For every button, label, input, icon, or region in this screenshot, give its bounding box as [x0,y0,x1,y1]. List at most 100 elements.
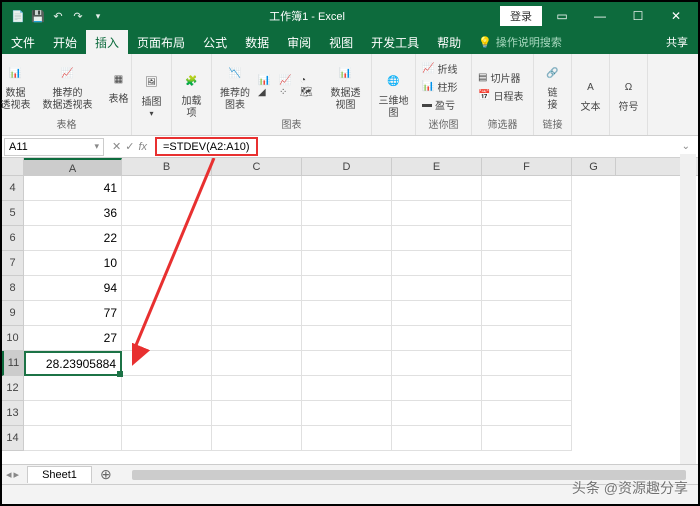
cell-a8[interactable]: 94 [24,276,122,301]
next-sheet-icon[interactable]: ▸ [14,468,20,481]
row-header-7[interactable]: 7 [2,251,24,276]
col-header-b[interactable]: B [122,158,212,175]
cell[interactable] [122,176,212,201]
cell[interactable] [482,276,572,301]
cell-a7[interactable]: 10 [24,251,122,276]
cell-a4[interactable]: 41 [24,176,122,201]
cell[interactable] [302,326,392,351]
cell[interactable] [122,326,212,351]
cell[interactable] [212,226,302,251]
col-header-e[interactable]: E [392,158,482,175]
col-header-d[interactable]: D [302,158,392,175]
cell[interactable] [392,401,482,426]
tab-help[interactable]: 帮助 [428,30,470,55]
cell[interactable] [122,301,212,326]
recommended-pivot-button[interactable]: 📈 推荐的 数据透视表 [39,58,97,114]
cell[interactable] [392,176,482,201]
cell-a9[interactable]: 77 [24,301,122,326]
undo-icon[interactable]: ↶ [50,8,66,24]
cell[interactable] [212,401,302,426]
cell[interactable] [212,176,302,201]
slicer-button[interactable]: ▤切片器 [476,69,522,86]
expand-formula-icon[interactable]: ⌄ [674,141,698,152]
tab-data[interactable]: 数据 [236,30,278,55]
3dmap-button[interactable]: 🌐 三维地 图 [375,66,413,122]
cell[interactable] [482,376,572,401]
cell[interactable] [392,201,482,226]
addins-button[interactable]: 🧩 加载 项 [174,66,210,122]
cell[interactable] [302,201,392,226]
cell[interactable] [482,326,572,351]
cell[interactable] [122,376,212,401]
cell-a6[interactable]: 22 [24,226,122,251]
row-header-10[interactable]: 10 [2,326,24,351]
cell[interactable] [482,176,572,201]
prev-sheet-icon[interactable]: ◂ [6,468,12,481]
col-header-f[interactable]: F [482,158,572,175]
cell[interactable] [392,226,482,251]
area-chart-icon[interactable]: ◢ [258,87,278,98]
recommended-charts-button[interactable]: 📉 推荐的 图表 [216,58,254,114]
cell[interactable] [302,401,392,426]
cell[interactable] [212,301,302,326]
worksheet-grid[interactable]: A B C D E F G 4 5 6 7 8 9 10 11 12 13 14… [2,158,698,468]
col-header-c[interactable]: C [212,158,302,175]
chart-gallery[interactable]: 📊 📈 ◔ ◢ ⁘ 🗺 [258,75,320,98]
row-header-9[interactable]: 9 [2,301,24,326]
vertical-scrollbar[interactable] [680,154,696,464]
symbol-button[interactable]: Ω 符号 [611,72,647,116]
tab-home[interactable]: 开始 [44,30,86,55]
sparkline-line-button[interactable]: 📈折线 [420,60,459,77]
sheet-tab-sheet1[interactable]: Sheet1 [27,466,92,483]
cell[interactable] [302,276,392,301]
map-chart-icon[interactable]: 🗺 [300,87,320,98]
cell[interactable] [392,351,482,376]
col-header-a[interactable]: A [24,158,122,175]
cell[interactable] [482,401,572,426]
tell-me-search[interactable]: 💡 操作说明搜索 [470,34,570,50]
cell[interactable] [122,276,212,301]
sparkline-column-button[interactable]: 📊柱形 [420,78,459,95]
cell[interactable] [212,326,302,351]
pie-chart-icon[interactable]: ◔ [300,75,320,86]
row-header-8[interactable]: 8 [2,276,24,301]
cell[interactable] [122,251,212,276]
cell-a11-selected[interactable]: 28.23905884 [24,351,122,376]
cell-a10[interactable]: 27 [24,326,122,351]
row-header-12[interactable]: 12 [2,376,24,401]
cell[interactable] [302,176,392,201]
col-header-g[interactable]: G [572,158,616,175]
ribbon-options-icon[interactable]: ▭ [544,2,580,30]
cell[interactable] [24,401,122,426]
cell[interactable] [212,351,302,376]
redo-icon[interactable]: ↷ [70,8,86,24]
tab-file[interactable]: 文件 [2,30,44,55]
tab-review[interactable]: 审阅 [278,30,320,55]
confirm-formula-icon[interactable]: ✓ [125,140,134,153]
illustrations-button[interactable]: 🖼 插图 ▾ [134,67,170,121]
maximize-button[interactable]: ☐ [620,2,656,30]
cell[interactable] [212,426,302,451]
row-header-11[interactable]: 11 [2,351,24,376]
link-button[interactable]: 🔗 链 接 [535,58,571,114]
cell[interactable] [24,376,122,401]
cell[interactable] [392,301,482,326]
fill-handle[interactable] [117,371,123,377]
cell[interactable] [122,351,212,376]
timeline-button[interactable]: 📅日程表 [476,87,525,104]
cell[interactable] [122,426,212,451]
cell[interactable] [122,226,212,251]
row-header-14[interactable]: 14 [2,426,24,451]
name-box[interactable]: A11 ▾ [4,138,104,156]
scatter-chart-icon[interactable]: ⁘ [279,87,299,98]
row-header-4[interactable]: 4 [2,176,24,201]
cell[interactable] [392,251,482,276]
row-header-5[interactable]: 5 [2,201,24,226]
pivot-table-button[interactable]: 📊 数据 透视表 [0,58,35,114]
cell[interactable] [302,251,392,276]
autosave-icon[interactable]: 📄 [10,8,26,24]
formula-input[interactable]: =STDEV(A2:A10) [155,137,258,156]
cell[interactable] [302,426,392,451]
cancel-formula-icon[interactable]: ✕ [112,140,121,153]
row-header-6[interactable]: 6 [2,226,24,251]
